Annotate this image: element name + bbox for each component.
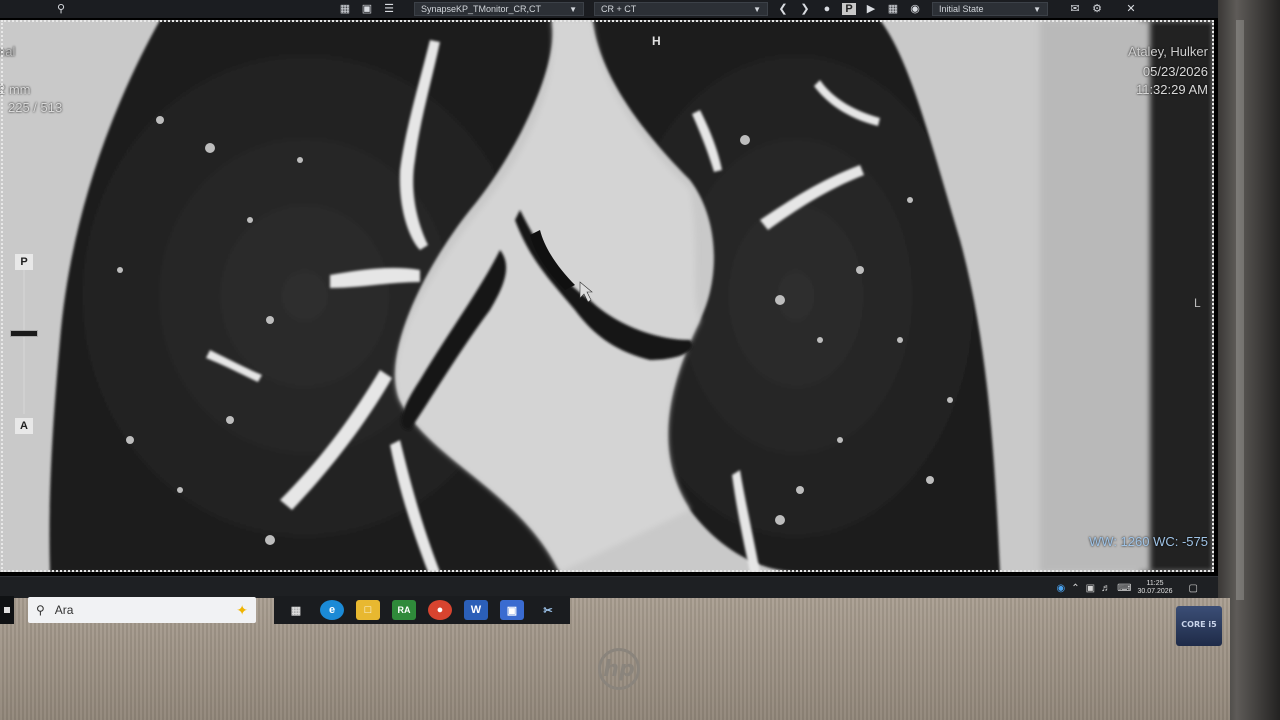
intel-badge: CORE i5 [1176, 606, 1222, 646]
orientation-top: H [652, 34, 661, 48]
search-placeholder: Ara [54, 603, 74, 617]
close-icon[interactable]: ✕ [1124, 3, 1138, 15]
next-page-icon[interactable]: ▶ [864, 3, 878, 15]
clock-date: 30.07.2026 [1137, 588, 1173, 595]
study-date: 05/23/2026 [1142, 64, 1208, 79]
file-explorer-icon[interactable]: □ [356, 600, 380, 620]
chevron-down-icon: ▼ [1033, 4, 1041, 14]
network-icon[interactable]: ▣ [1086, 583, 1095, 594]
layout-select-value: SynapseKP_TMonitor_CR,CT [421, 4, 542, 14]
next-icon[interactable]: ❯ [798, 3, 812, 15]
taskbar-tray-strip: ◉ ⌃ ▣ ♬ ⌨ 11:25 30.07.2026 ▢ [0, 576, 1218, 598]
state-select-value: Initial State [939, 4, 984, 14]
bezel-highlight [1236, 20, 1244, 600]
hp-logo: hp [598, 648, 640, 690]
state-select[interactable]: Initial State ▼ [932, 2, 1048, 16]
orientation-right: L [1194, 296, 1201, 310]
ct-viewport[interactable]: nal 2 mm 225 / 513 Ataley, Hulker 05/23/… [0, 20, 1214, 572]
chevron-down-icon: ▼ [569, 4, 577, 14]
window-level: WW: 1260 WC: -575 [1089, 534, 1208, 549]
system-tray: ◉ ⌃ ▣ ♬ ⌨ 11:25 30.07.2026 ▢ [1056, 579, 1198, 597]
study-time: 11:32:29 AM [1135, 82, 1208, 97]
search-icon: ⚲ [36, 603, 45, 617]
taskbar-search[interactable]: ⚲ Ara ✦ [28, 597, 256, 623]
list-icon[interactable]: ☰ [382, 3, 396, 15]
layout-select[interactable]: SynapseKP_TMonitor_CR,CT ▼ [414, 2, 584, 16]
prev-icon[interactable]: ❮ [776, 3, 790, 15]
view-label: nal [0, 44, 16, 59]
slice-slider[interactable]: P A [10, 254, 40, 434]
monitor-screen: ⚲ ▦ ▣ ☰ SynapseKP_TMonitor_CR,CT ▼ CR + … [0, 0, 1218, 598]
language-icon[interactable]: ⌨ [1117, 583, 1131, 594]
notification-icon[interactable]: ▢ [1189, 583, 1198, 594]
task-view-icon[interactable]: ▦ [284, 600, 308, 620]
viewer-toolbar: ⚲ ▦ ▣ ☰ SynapseKP_TMonitor_CR,CT ▼ CR + … [0, 0, 1218, 18]
ra-app-icon[interactable]: RA [392, 600, 416, 620]
grid-icon[interactable]: ▦ [338, 3, 352, 15]
viewer-app-icon[interactable]: ▣ [500, 600, 524, 620]
search-icon[interactable]: ⚲ [54, 3, 68, 15]
edge-icon[interactable]: e [320, 600, 344, 620]
series-select-value: CR + CT [601, 4, 637, 14]
slice-thickness: 2 mm [0, 82, 31, 97]
tray-clock[interactable]: 11:25 30.07.2026 [1138, 580, 1173, 596]
edge-tray-icon[interactable]: ◉ [1056, 583, 1065, 594]
save-icon[interactable]: ▣ [360, 3, 374, 15]
settings-icon[interactable]: ⚙ [1090, 3, 1104, 15]
patient-name: Ataley, Hulker [1128, 44, 1208, 59]
slider-bottom-label: A [15, 418, 33, 434]
camera-icon[interactable]: ◉ [908, 3, 922, 15]
chat-icon[interactable]: ✉ [1068, 3, 1082, 15]
layout-icon[interactable]: P [842, 3, 856, 15]
windows-icon [4, 607, 10, 613]
slice-index: 225 / 513 [8, 100, 63, 115]
tile-icon[interactable]: ▦ [886, 3, 900, 15]
series-select[interactable]: CR + CT ▼ [594, 2, 768, 16]
chrome-icon[interactable]: ● [428, 600, 452, 620]
ct-coronal-image [0, 20, 1214, 572]
pinned-apps: ▦ e □ RA ● W ▣ ✂ [274, 596, 570, 624]
cine-icon[interactable]: ● [820, 3, 834, 15]
volume-icon[interactable]: ♬ [1101, 583, 1111, 594]
slider-top-label: P [15, 254, 33, 270]
slider-track[interactable] [23, 270, 25, 414]
slider-thumb[interactable] [10, 330, 38, 337]
windows-taskbar: ⚲ Ara ✦ ▦ e □ RA ● W ▣ ✂ [0, 596, 570, 624]
start-button[interactable] [0, 596, 14, 624]
chevron-down-icon: ▼ [753, 4, 761, 14]
copilot-spark-icon: ✦ [236, 601, 248, 618]
word-icon[interactable]: W [464, 600, 488, 620]
chevron-up-icon[interactable]: ⌃ [1071, 583, 1079, 594]
clock-time: 11:25 [1146, 580, 1164, 587]
snipping-tool-icon[interactable]: ✂ [536, 600, 560, 620]
